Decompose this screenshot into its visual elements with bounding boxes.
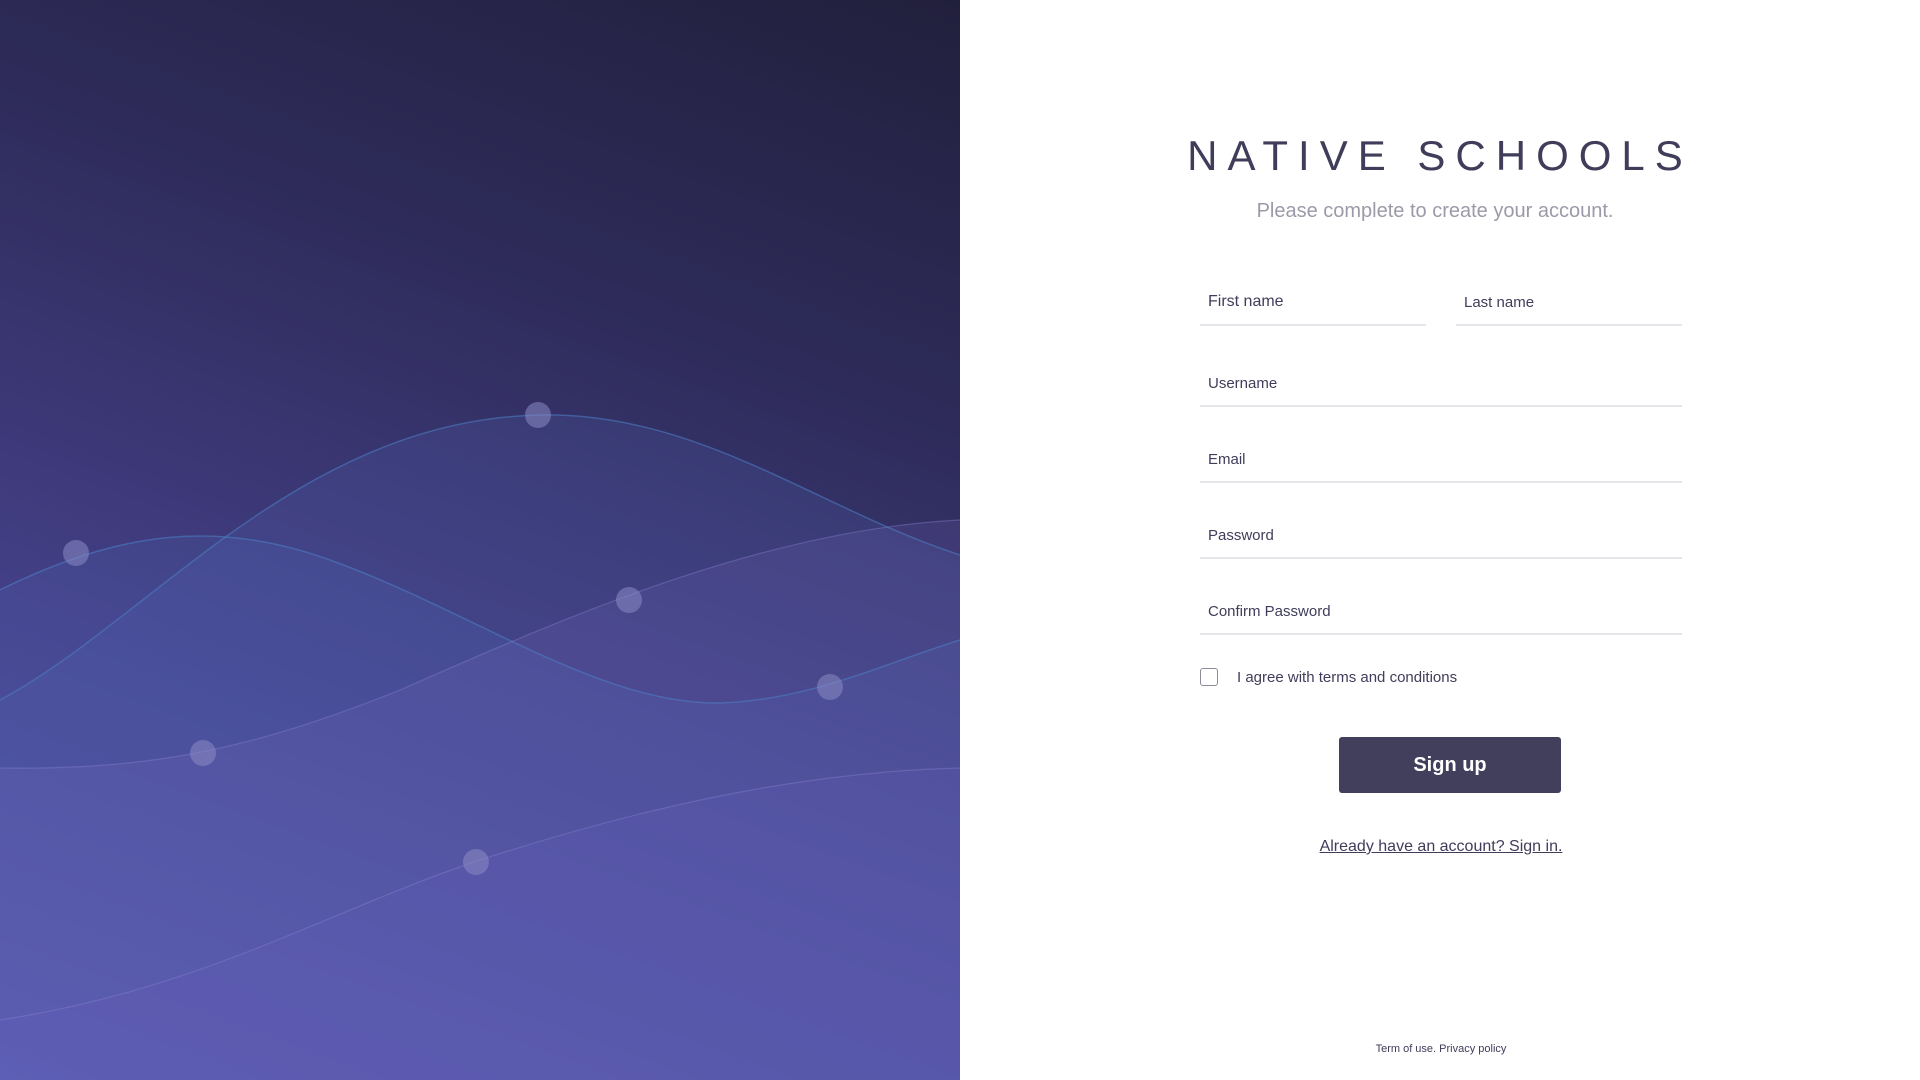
- wave-dot: [190, 740, 216, 766]
- footer-links: Term of use. Privacy policy: [960, 1043, 1920, 1055]
- page-subtitle: Please complete to create your account.: [1256, 200, 1614, 222]
- terms-checkbox[interactable]: [1200, 668, 1218, 686]
- wave-illustration: [0, 402, 960, 1080]
- wave-dot: [817, 674, 843, 700]
- terms-label[interactable]: I agree with terms and conditions: [1237, 669, 1457, 686]
- email-field[interactable]: [1200, 437, 1682, 483]
- confirm-password-field[interactable]: [1200, 589, 1682, 635]
- wave-dot: [463, 849, 489, 875]
- signup-button[interactable]: Sign up: [1339, 737, 1561, 793]
- signin-link-row: Already have an account? Sign in.: [960, 838, 1920, 856]
- terms-of-use-link[interactable]: Term of use.: [1376, 1043, 1437, 1055]
- password-field[interactable]: [1200, 513, 1682, 559]
- brand-title: NATIVE SCHOOLS: [1187, 132, 1693, 179]
- username-field[interactable]: [1200, 361, 1682, 407]
- wave-dot: [63, 540, 89, 566]
- decorative-background-panel: [0, 0, 960, 1080]
- last-name-field[interactable]: [1456, 280, 1682, 326]
- first-name-field[interactable]: [1200, 280, 1426, 326]
- wave-dot: [616, 587, 642, 613]
- signin-link[interactable]: Already have an account? Sign in.: [1320, 838, 1563, 855]
- terms-agreement: I agree with terms and conditions: [1200, 666, 1457, 688]
- privacy-policy-link[interactable]: Privacy policy: [1439, 1043, 1506, 1055]
- signup-page: NATIVE SCHOOLS Please complete to create…: [0, 0, 1920, 1080]
- signup-form-panel: NATIVE SCHOOLS Please complete to create…: [960, 0, 1920, 1080]
- wave-dot: [525, 402, 551, 428]
